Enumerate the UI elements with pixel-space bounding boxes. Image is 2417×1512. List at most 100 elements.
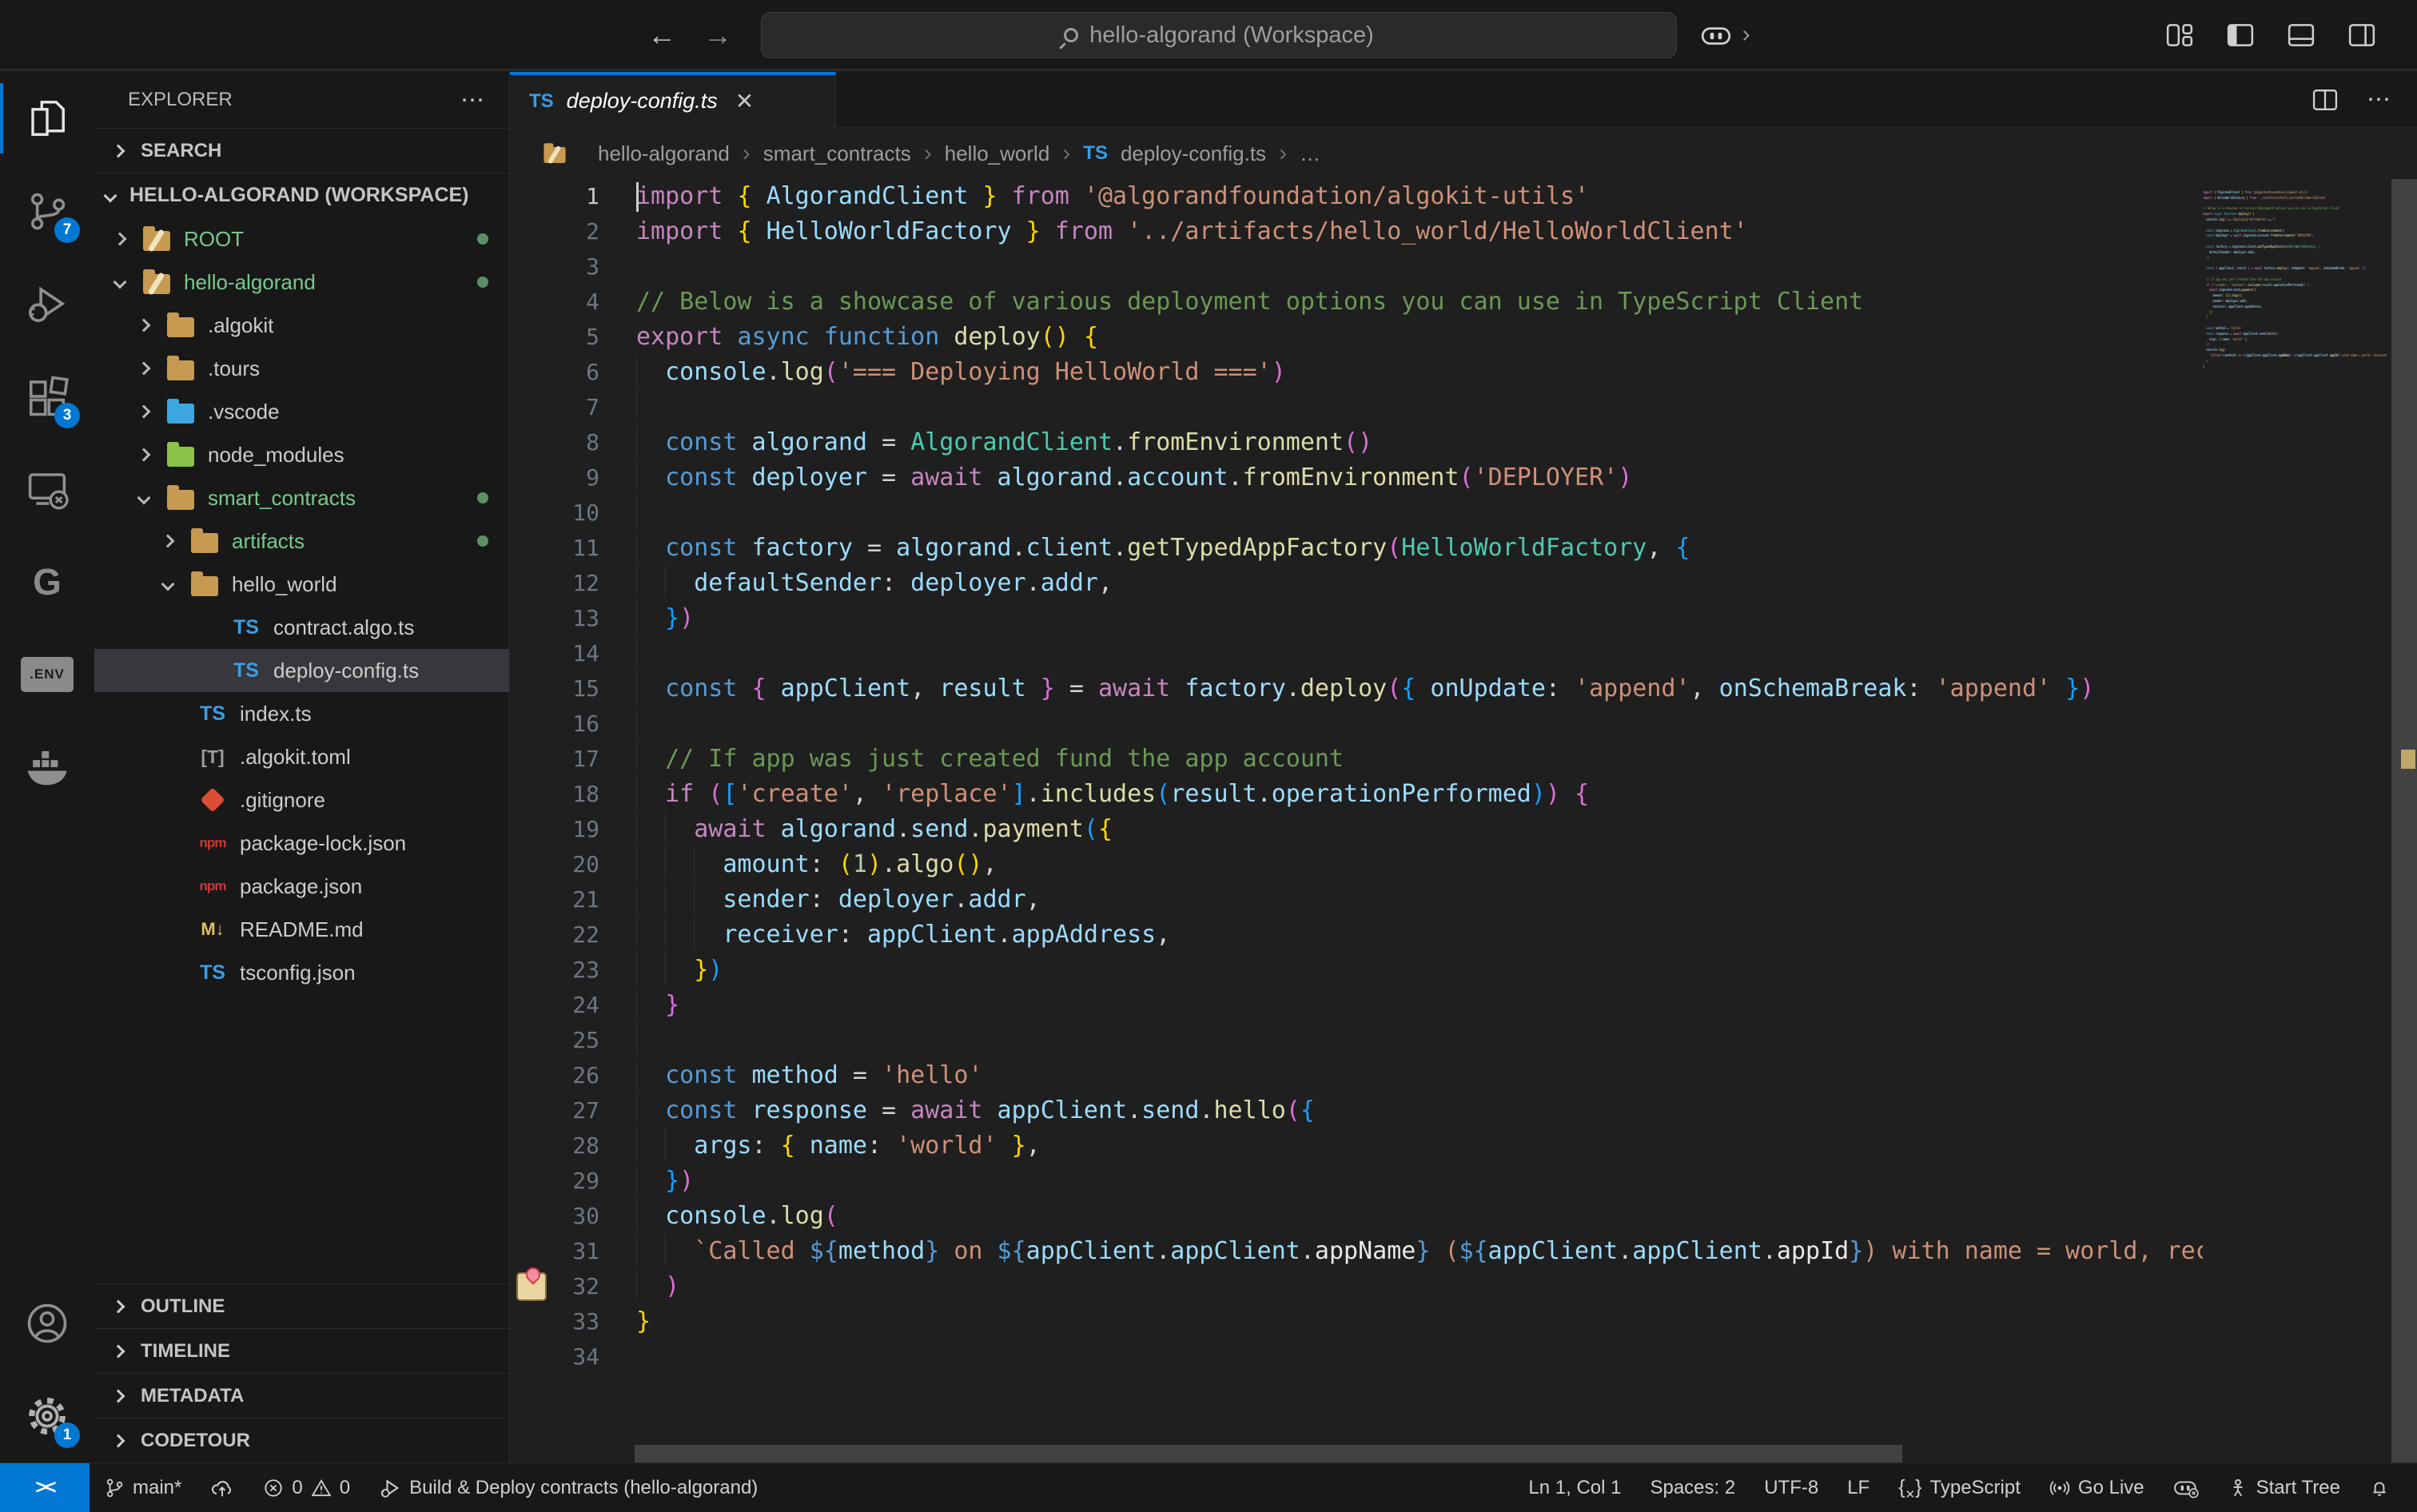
tree-item-.gitignore[interactable]: .gitignore xyxy=(94,778,509,822)
code-line-23[interactable]: 23}) xyxy=(510,953,2203,988)
gitlens-activity-button[interactable]: G xyxy=(0,535,94,628)
horizontal-scrollbar[interactable] xyxy=(635,1445,1902,1462)
tree-item-contract.algo.ts[interactable]: TScontract.algo.ts xyxy=(94,606,509,649)
back-arrow-icon[interactable]: ← xyxy=(647,18,676,52)
tree-item-hello_world[interactable]: hello_world xyxy=(94,563,509,606)
minimap[interactable]: import { AlgorandClient } from '@algoran… xyxy=(2203,190,2390,375)
tree-item-.vscode[interactable]: .vscode xyxy=(94,390,509,433)
workspace-section-header[interactable]: HELLO-ALGORAND (WORKSPACE) xyxy=(94,173,509,217)
code-line-2[interactable]: 2import { HelloWorldFactory } from '../a… xyxy=(510,214,2203,249)
docker-activity-button[interactable] xyxy=(0,721,94,814)
remote-indicator[interactable]: >< xyxy=(0,1463,90,1512)
breadcrumb-item[interactable]: hello-algorand xyxy=(598,141,730,166)
section-timeline[interactable]: TIMELINE xyxy=(94,1328,509,1373)
code-line-15[interactable]: 15const { appClient, result } = await fa… xyxy=(510,671,2203,706)
code-line-3[interactable]: 3 xyxy=(510,249,2203,284)
task-status-item[interactable]: Build & Deploy contracts (hello-algorand… xyxy=(364,1463,772,1512)
code-line-24[interactable]: 24} xyxy=(510,988,2203,1023)
tree-item-node_modules[interactable]: node_modules xyxy=(94,433,509,476)
tree-item-README.md[interactable]: M↓README.md xyxy=(94,908,509,951)
breadcrumb-item[interactable]: hello_world xyxy=(945,141,1050,166)
forward-arrow-icon[interactable]: → xyxy=(703,18,732,52)
copilot-status-item[interactable] xyxy=(2159,1477,2213,1499)
tab-deploy-config[interactable]: TS deploy-config.ts ✕ xyxy=(510,72,836,127)
branch-status-item[interactable]: main* xyxy=(90,1463,196,1512)
dotenv-activity-button[interactable]: .ENV xyxy=(0,628,94,721)
code-line-19[interactable]: 19await algorand.send.payment({ xyxy=(510,812,2203,847)
copilot-icon[interactable] xyxy=(1699,22,1733,49)
section-metadata[interactable]: METADATA xyxy=(94,1373,509,1418)
tree-item-package-lock.json[interactable]: npmpackage-lock.json xyxy=(94,822,509,865)
toggle-secondary-sidebar-icon[interactable] xyxy=(2347,22,2377,48)
settings-button[interactable]: 1 xyxy=(0,1370,94,1462)
code-line-1[interactable]: 1import { AlgorandClient } from '@algora… xyxy=(510,179,2203,214)
code-line-32[interactable]: 32) xyxy=(510,1269,2203,1304)
run-debug-activity-button[interactable] xyxy=(0,257,94,350)
code-line-14[interactable]: 14 xyxy=(510,636,2203,671)
toggle-primary-sidebar-icon[interactable] xyxy=(2225,22,2256,48)
code-line-13[interactable]: 13}) xyxy=(510,601,2203,636)
code-editor[interactable]: 1import { AlgorandClient } from '@algora… xyxy=(510,179,2417,1462)
explorer-more-actions[interactable]: ⋯ xyxy=(460,86,487,114)
encoding-item[interactable]: UTF-8 xyxy=(1750,1477,1833,1499)
toggle-panel-icon[interactable] xyxy=(2286,22,2316,48)
code-line-34[interactable]: 34 xyxy=(510,1339,2203,1375)
source-control-activity-button[interactable]: 7 xyxy=(0,165,94,257)
code-line-21[interactable]: 21sender: deployer.addr, xyxy=(510,882,2203,917)
code-line-33[interactable]: 33} xyxy=(510,1304,2203,1339)
breadcrumb-item[interactable]: smart_contracts xyxy=(763,141,911,166)
notifications-item[interactable] xyxy=(2355,1477,2404,1499)
code-line-6[interactable]: 6console.log('=== Deploying HelloWorld =… xyxy=(510,355,2203,390)
tree-item-deploy-config.ts[interactable]: TSdeploy-config.ts xyxy=(94,649,509,692)
code-line-9[interactable]: 9const deployer = await algorand.account… xyxy=(510,460,2203,495)
explorer-activity-button[interactable] xyxy=(0,72,94,165)
section-outline[interactable]: OUTLINE xyxy=(94,1283,509,1328)
code-line-25[interactable]: 25 xyxy=(510,1023,2203,1058)
tree-item-index.ts[interactable]: TSindex.ts xyxy=(94,692,509,735)
code-line-4[interactable]: 4// Below is a showcase of various deplo… xyxy=(510,284,2203,320)
vertical-scrollbar[interactable] xyxy=(2391,179,2417,1462)
code-line-11[interactable]: 11const factory = algorand.client.getTyp… xyxy=(510,531,2203,566)
code-line-20[interactable]: 20amount: (1).algo(), xyxy=(510,847,2203,882)
code-line-29[interactable]: 29}) xyxy=(510,1164,2203,1199)
code-line-18[interactable]: 18if (['create', 'replace'].includes(res… xyxy=(510,777,2203,812)
accounts-button[interactable] xyxy=(0,1277,94,1370)
tree-item-artifacts[interactable]: artifacts xyxy=(94,519,509,563)
code-line-28[interactable]: 28args: { name: 'world' }, xyxy=(510,1128,2203,1164)
codetour-map-icon[interactable] xyxy=(516,1272,547,1301)
code-line-8[interactable]: 8const algorand = AlgorandClient.fromEnv… xyxy=(510,425,2203,460)
close-icon[interactable]: ✕ xyxy=(735,88,754,114)
start-tree-item[interactable]: Start Tree xyxy=(2213,1477,2355,1499)
language-mode-item[interactable]: {✕} TypeScript xyxy=(1884,1476,2035,1499)
customize-layout-icon[interactable] xyxy=(2164,22,2195,48)
section-codetour[interactable]: CODETOUR xyxy=(94,1418,509,1462)
code-line-7[interactable]: 7 xyxy=(510,390,2203,425)
tree-item-.tours[interactable]: .tours xyxy=(94,347,509,390)
extensions-activity-button[interactable]: 3 xyxy=(0,350,94,443)
code-line-31[interactable]: 31`Called ${method} on ${appClient.appCl… xyxy=(510,1234,2203,1269)
chevron-down-icon[interactable] xyxy=(1739,30,1750,41)
remote-explorer-activity-button[interactable] xyxy=(0,443,94,535)
code-line-27[interactable]: 27const response = await appClient.send.… xyxy=(510,1093,2203,1128)
problems-status-item[interactable]: 0 0 xyxy=(249,1463,364,1512)
code-line-16[interactable]: 16 xyxy=(510,706,2203,742)
split-editor-icon[interactable] xyxy=(2311,88,2339,112)
tree-item-.algokit.toml[interactable]: [T].algokit.toml xyxy=(94,735,509,778)
breadcrumb-item[interactable]: deploy-config.ts xyxy=(1121,141,1266,166)
tree-item-smart_contracts[interactable]: smart_contracts xyxy=(94,476,509,519)
cursor-position-item[interactable]: Ln 1, Col 1 xyxy=(1514,1477,1635,1499)
editor-more-actions[interactable]: ⋯ xyxy=(2367,86,2393,113)
code-line-10[interactable]: 10 xyxy=(510,495,2203,531)
section-search[interactable]: SEARCH xyxy=(94,128,509,173)
tree-item-package.json[interactable]: npmpackage.json xyxy=(94,865,509,908)
sync-status-item[interactable] xyxy=(196,1463,249,1512)
go-live-item[interactable]: Go Live xyxy=(2035,1477,2159,1499)
code-line-12[interactable]: 12defaultSender: deployer.addr, xyxy=(510,566,2203,601)
code-line-22[interactable]: 22receiver: appClient.appAddress, xyxy=(510,917,2203,953)
tree-item-.algokit[interactable]: .algokit xyxy=(94,304,509,347)
indentation-item[interactable]: Spaces: 2 xyxy=(1635,1477,1750,1499)
tree-item-ROOT[interactable]: ROOT xyxy=(94,217,509,261)
code-line-5[interactable]: 5export async function deploy() { xyxy=(510,320,2203,355)
eol-item[interactable]: LF xyxy=(1833,1477,1884,1499)
tree-item-hello-algorand[interactable]: hello-algorand xyxy=(94,261,509,304)
